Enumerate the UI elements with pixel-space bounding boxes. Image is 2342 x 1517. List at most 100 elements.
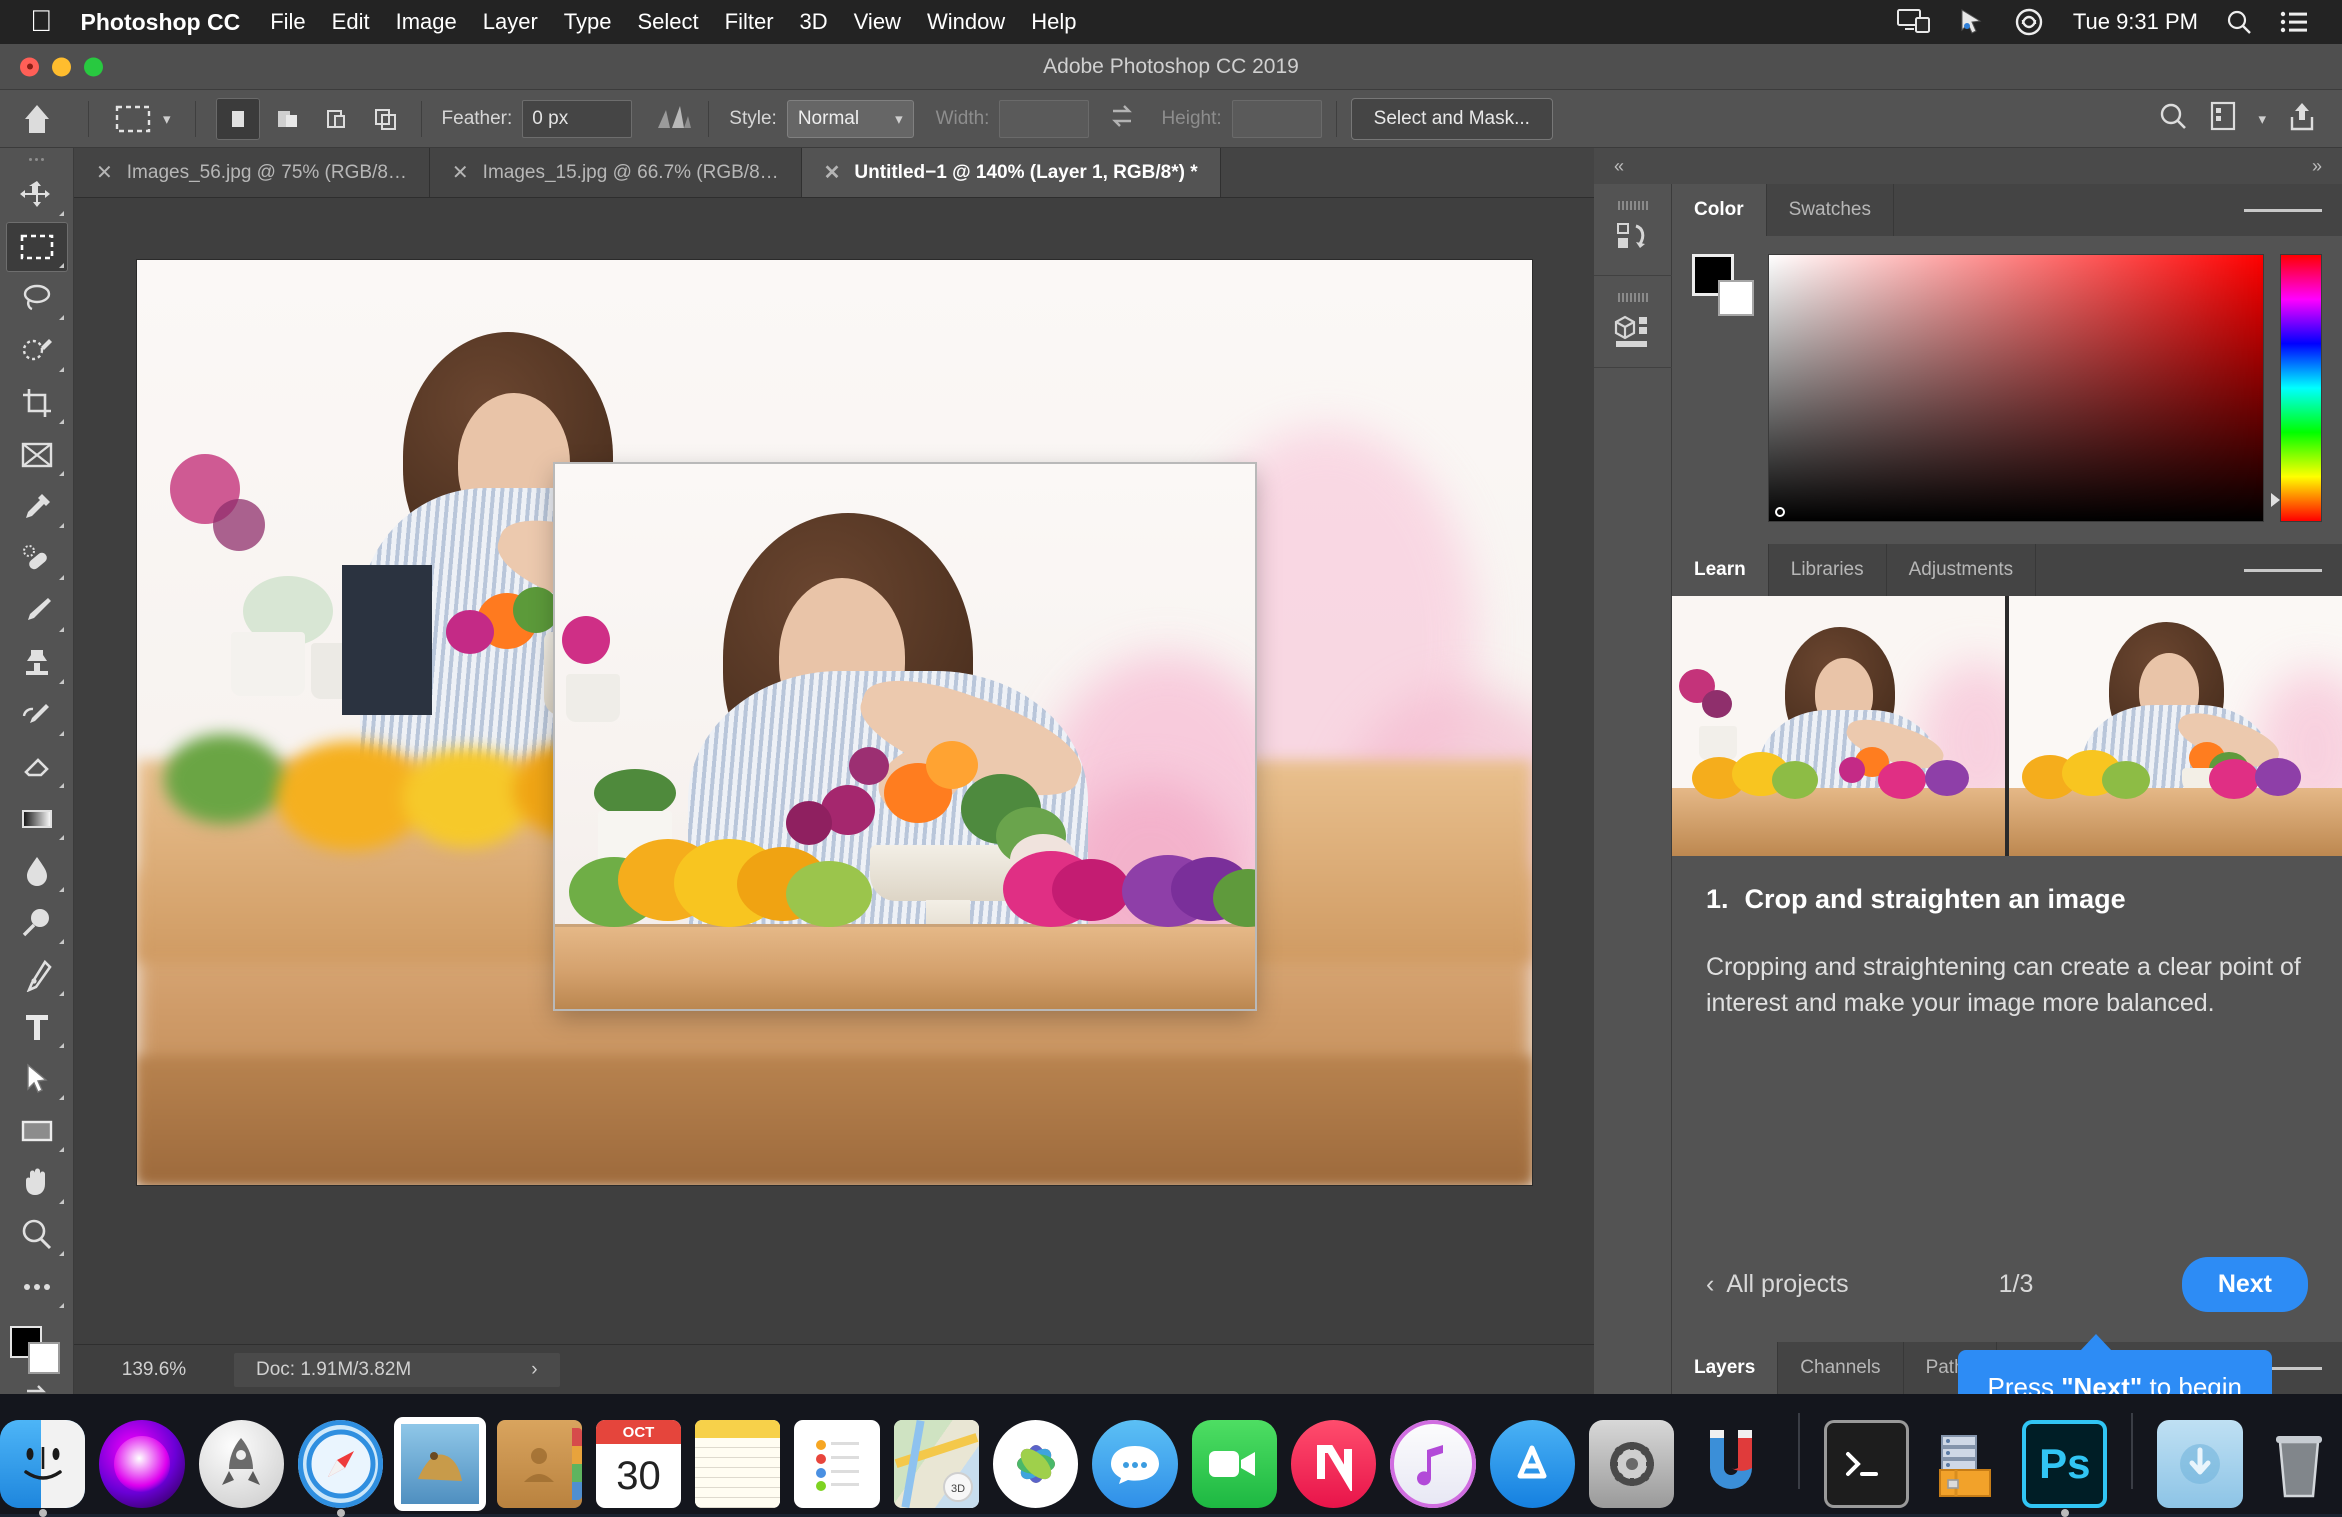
clone-stamp-tool[interactable] bbox=[6, 638, 68, 688]
menu-layer[interactable]: Layer bbox=[483, 9, 538, 35]
pen-tool[interactable] bbox=[6, 950, 68, 1000]
creative-cloud-icon[interactable] bbox=[2013, 8, 2045, 36]
hue-slider[interactable] bbox=[2280, 254, 2322, 522]
brush-tool[interactable] bbox=[6, 586, 68, 636]
blur-tool[interactable] bbox=[6, 846, 68, 896]
type-tool[interactable] bbox=[6, 1002, 68, 1052]
gradient-tool[interactable] bbox=[6, 794, 68, 844]
dock-item-itunes[interactable] bbox=[1390, 1420, 1475, 1508]
dock-item-downloads-stack[interactable] bbox=[2157, 1420, 2242, 1508]
frame-tool[interactable] bbox=[6, 430, 68, 480]
hand-tool[interactable] bbox=[6, 1158, 68, 1208]
menu-image[interactable]: Image bbox=[396, 9, 457, 35]
tool-color-swatches[interactable] bbox=[6, 1322, 68, 1378]
dodge-tool[interactable] bbox=[6, 898, 68, 948]
apple-icon[interactable]:  bbox=[30, 7, 53, 37]
subtract-from-selection-button[interactable] bbox=[314, 98, 358, 140]
rectangle-tool[interactable] bbox=[6, 1106, 68, 1156]
panel-menu-icon[interactable] bbox=[2224, 544, 2342, 596]
dock-item-calendar[interactable]: OCT 30 bbox=[596, 1420, 681, 1508]
hue-slider-handle[interactable] bbox=[2271, 493, 2280, 507]
dock-item-terminal[interactable] bbox=[1824, 1420, 1909, 1508]
move-tool[interactable] bbox=[6, 170, 68, 220]
anti-alias-icon[interactable] bbox=[654, 100, 694, 138]
dock-item-siri[interactable] bbox=[99, 1420, 184, 1508]
dock-item-mail[interactable] bbox=[397, 1420, 482, 1508]
history-panel-icon[interactable] bbox=[1594, 184, 1672, 276]
menu-type[interactable]: Type bbox=[564, 9, 612, 35]
panel-menu-icon[interactable] bbox=[2224, 184, 2342, 236]
style-select[interactable]: Normal ▾ bbox=[787, 100, 914, 138]
crop-tool[interactable] bbox=[6, 378, 68, 428]
lasso-tool[interactable] bbox=[6, 274, 68, 324]
path-selection-tool[interactable] bbox=[6, 1054, 68, 1104]
dock-item-photoshop[interactable]: Ps bbox=[2022, 1420, 2107, 1508]
chevron-right-icon[interactable]: › bbox=[531, 1359, 537, 1381]
next-button[interactable]: Next bbox=[2182, 1257, 2308, 1312]
height-input[interactable] bbox=[1232, 100, 1322, 138]
close-icon[interactable]: ✕ bbox=[824, 160, 841, 185]
document-tab-images-15[interactable]: ✕ Images_15.jpg @ 66.7% (RGB/8… bbox=[430, 148, 802, 197]
close-icon[interactable]: ✕ bbox=[452, 160, 469, 185]
rectangular-marquee-tool[interactable] bbox=[6, 222, 68, 272]
search-icon[interactable] bbox=[2158, 101, 2188, 137]
quick-selection-tool[interactable] bbox=[6, 326, 68, 376]
tab-libraries[interactable]: Libraries bbox=[1769, 544, 1887, 596]
dock-item-news[interactable] bbox=[1291, 1420, 1376, 1508]
close-icon[interactable]: ✕ bbox=[96, 160, 113, 185]
document-tab-untitled-1[interactable]: ✕ Untitled−1 @ 140% (Layer 1, RGB/8*) * bbox=[802, 148, 1221, 197]
screen-mirroring-icon[interactable] bbox=[1897, 9, 1931, 35]
home-icon[interactable] bbox=[0, 102, 74, 136]
document-tab-images-56[interactable]: ✕ Images_56.jpg @ 75% (RGB/8… bbox=[74, 148, 430, 197]
dock-item-system-preferences[interactable] bbox=[1589, 1420, 1674, 1508]
menu-select[interactable]: Select bbox=[637, 9, 698, 35]
zoom-tool[interactable] bbox=[6, 1210, 68, 1260]
eraser-tool[interactable] bbox=[6, 742, 68, 792]
color-panel-swatches[interactable] bbox=[1692, 254, 1752, 316]
dock-item-finder[interactable] bbox=[0, 1420, 85, 1508]
dock-item-maps[interactable]: 3D bbox=[894, 1420, 979, 1508]
layer-1-image[interactable] bbox=[555, 464, 1255, 1009]
background-color-swatch[interactable] bbox=[1718, 280, 1754, 316]
minimize-window-button[interactable] bbox=[52, 57, 71, 76]
menu-help[interactable]: Help bbox=[1031, 9, 1076, 35]
background-color-swatch[interactable] bbox=[28, 1342, 60, 1374]
feather-input[interactable]: 0 px bbox=[522, 100, 632, 138]
search-icon[interactable] bbox=[2226, 9, 2252, 35]
dock-item-launchpad[interactable] bbox=[199, 1420, 284, 1508]
tab-learn[interactable]: Learn bbox=[1672, 544, 1769, 596]
artboard[interactable] bbox=[137, 260, 1532, 1185]
eyedropper-tool[interactable] bbox=[6, 482, 68, 532]
width-input[interactable] bbox=[999, 100, 1089, 138]
active-tool-preview[interactable]: ▾ bbox=[103, 102, 181, 136]
tab-swatches[interactable]: Swatches bbox=[1767, 184, 1894, 236]
new-selection-button[interactable] bbox=[216, 98, 260, 140]
menu-edit[interactable]: Edit bbox=[332, 9, 370, 35]
zoom-level[interactable]: 139.6% bbox=[74, 1359, 234, 1381]
swap-dimensions-icon[interactable] bbox=[1107, 101, 1137, 137]
menu-app-name[interactable]: Photoshop CC bbox=[81, 9, 241, 36]
dock-item-app-store[interactable] bbox=[1490, 1420, 1575, 1508]
tab-adjustments[interactable]: Adjustments bbox=[1887, 544, 2037, 596]
dock-item-archive-utility[interactable] bbox=[1923, 1420, 2008, 1508]
select-and-mask-button[interactable]: Select and Mask... bbox=[1351, 98, 1553, 140]
dock-item-magnet[interactable] bbox=[1688, 1420, 1773, 1508]
spot-healing-brush-tool[interactable] bbox=[6, 534, 68, 584]
chevron-down-icon[interactable]: ▾ bbox=[2258, 110, 2266, 128]
tools-panel-grip[interactable] bbox=[0, 148, 73, 170]
menu-3d[interactable]: 3D bbox=[800, 9, 828, 35]
dock-item-facetime[interactable] bbox=[1192, 1420, 1277, 1508]
menu-file[interactable]: File bbox=[270, 9, 305, 35]
document-size-info[interactable]: Doc: 1.91M/3.82M › bbox=[234, 1353, 560, 1387]
dock-item-reminders[interactable] bbox=[794, 1420, 879, 1508]
dock-item-messages[interactable] bbox=[1092, 1420, 1177, 1508]
menu-window[interactable]: Window bbox=[927, 9, 1005, 35]
menu-filter[interactable]: Filter bbox=[725, 9, 774, 35]
3d-panel-icon[interactable] bbox=[1594, 276, 1672, 368]
edit-toolbar-button[interactable] bbox=[6, 1262, 68, 1312]
maximize-window-button[interactable] bbox=[84, 57, 103, 76]
canvas-viewport[interactable] bbox=[74, 198, 1594, 1344]
dock-item-safari[interactable] bbox=[298, 1420, 383, 1508]
intersect-selection-button[interactable] bbox=[363, 98, 407, 140]
close-window-button[interactable] bbox=[20, 57, 39, 76]
